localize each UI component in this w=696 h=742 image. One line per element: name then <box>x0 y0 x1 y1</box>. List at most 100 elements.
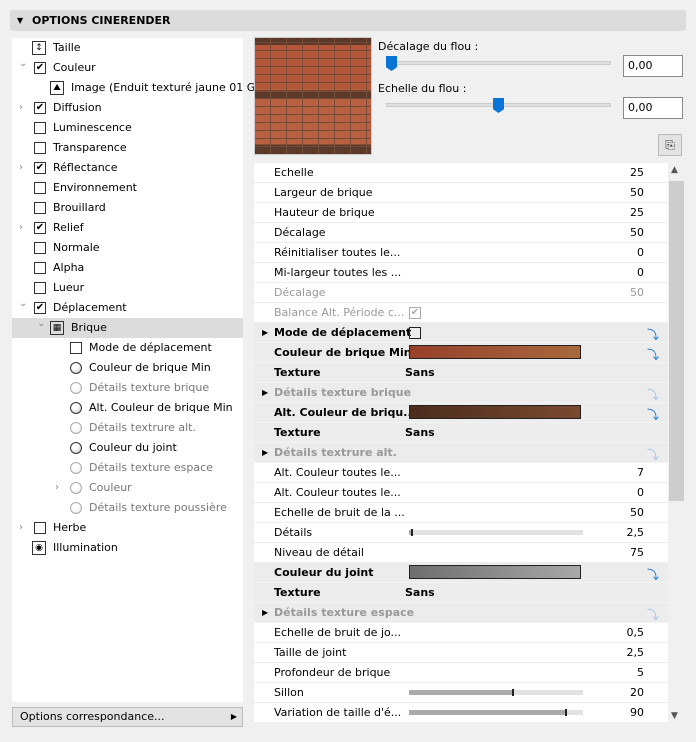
property-row[interactable]: Alt. Couleur toutes le... 0 <box>254 483 668 503</box>
radio-button[interactable] <box>70 382 82 394</box>
tree-item[interactable]: Alpha <box>12 258 243 278</box>
property-value[interactable]: 5 <box>637 663 644 683</box>
property-value[interactable]: 50 <box>630 283 644 303</box>
checkbox[interactable] <box>34 122 46 134</box>
radio-button[interactable] <box>70 482 82 494</box>
property-row[interactable]: Détails 2,5 <box>254 523 668 543</box>
checkbox[interactable]: ✔ <box>34 62 46 74</box>
property-value[interactable]: 0 <box>637 243 644 263</box>
tree-item[interactable]: Détails texture brique <box>12 378 243 398</box>
chevron-down-icon[interactable]: ⌄ <box>37 314 45 334</box>
property-value[interactable]: 20 <box>630 683 644 703</box>
property-value[interactable]: 2,5 <box>627 523 645 543</box>
color-swatch[interactable] <box>409 565 581 579</box>
property-value[interactable]: 90 <box>630 703 644 723</box>
property-value[interactable]: 75 <box>630 543 644 563</box>
section-header[interactable]: ▼ OPTIONS CINERENDER <box>10 10 686 31</box>
checkbox[interactable] <box>34 202 46 214</box>
property-row[interactable]: Décalage 50 <box>254 223 668 243</box>
blur-scale-input[interactable]: 0,00 <box>623 97 683 119</box>
property-value[interactable]: 0,5 <box>627 623 645 643</box>
checkbox[interactable] <box>34 522 46 534</box>
property-value[interactable]: 2,5 <box>627 643 645 663</box>
chevron-right-icon[interactable]: › <box>19 218 23 238</box>
tree-item[interactable]: Lueur <box>12 278 243 298</box>
scrollbar-thumb[interactable] <box>669 181 684 501</box>
chevron-down-icon[interactable]: ⌄ <box>19 294 27 314</box>
property-value[interactable]: 25 <box>630 163 644 183</box>
tree-item[interactable]: Détails texture poussière <box>12 498 243 518</box>
property-row[interactable]: Texture Sans <box>254 583 668 603</box>
checkbox[interactable] <box>70 342 82 354</box>
property-row[interactable]: Hauteur de brique 25 <box>254 203 668 223</box>
link-parameter-icon[interactable]: ⤵ <box>647 325 659 345</box>
radio-button[interactable] <box>70 422 82 434</box>
chevron-right-icon[interactable]: › <box>19 98 23 118</box>
property-row[interactable]: ▶ Détails texture espace ⤵ <box>254 603 668 623</box>
property-row[interactable]: Echelle de bruit de la ... 50 <box>254 503 668 523</box>
property-row[interactable]: ▶ Mode de déplacement ⤵ <box>254 323 668 343</box>
property-row[interactable]: Variation de taille d'é... 90 <box>254 703 668 723</box>
property-value[interactable]: 50 <box>630 183 644 203</box>
property-row[interactable]: Texture Sans <box>254 363 668 383</box>
radio-button[interactable] <box>70 462 82 474</box>
tree-item[interactable]: ⌄ ✔ Couleur <box>12 58 243 78</box>
chevron-right-icon[interactable]: › <box>19 518 23 538</box>
tree-item[interactable]: ↕ Taille <box>12 38 243 58</box>
property-value[interactable]: 50 <box>630 223 644 243</box>
checkbox[interactable] <box>34 262 46 274</box>
tree-item[interactable]: Couleur du joint <box>12 438 243 458</box>
value-slider[interactable] <box>409 529 583 536</box>
property-row[interactable]: Taille de joint 2,5 <box>254 643 668 663</box>
property-row[interactable]: Echelle de bruit de jo... 0,5 <box>254 623 668 643</box>
blur-offset-input[interactable]: 0,00 <box>623 55 683 77</box>
expand-triangle-icon[interactable]: ▶ <box>262 323 268 343</box>
tree-item[interactable]: Alt. Couleur de brique Min <box>12 398 243 418</box>
radio-button[interactable] <box>70 402 82 414</box>
slider-handle[interactable] <box>411 529 414 536</box>
tree-item[interactable]: ⛰ Image (Enduit texturé jaune 01 GS) <box>12 78 267 98</box>
tree-item[interactable]: › Couleur <box>12 478 243 498</box>
tree-item[interactable]: Transparence <box>12 138 243 158</box>
property-value[interactable]: 0 <box>637 263 644 283</box>
property-row[interactable]: Texture Sans <box>254 423 668 443</box>
checkbox[interactable] <box>34 142 46 154</box>
link-parameter-icon[interactable]: ⤵ <box>647 345 659 365</box>
property-row[interactable]: ▶ Détails textrure alt. ⤵ <box>254 443 668 463</box>
radio-button[interactable] <box>70 502 82 514</box>
tree-item[interactable]: Mode de déplacement <box>12 338 243 358</box>
link-parameters-button[interactable]: ⎘ <box>658 134 682 156</box>
expand-triangle-icon[interactable]: ▶ <box>262 603 268 623</box>
link-parameter-icon[interactable]: ⤵ <box>647 565 659 585</box>
checkbox[interactable] <box>34 182 46 194</box>
chevron-right-icon[interactable]: › <box>55 478 59 498</box>
color-swatch[interactable] <box>409 345 581 359</box>
property-row[interactable]: Alt. Couleur de briqu... ⤵ <box>254 403 668 423</box>
property-row[interactable]: Couleur de brique Min ⤵ <box>254 343 668 363</box>
value-slider[interactable] <box>409 689 583 696</box>
checkbox[interactable]: ✔ <box>34 302 46 314</box>
tree-item[interactable]: › ✔ Diffusion <box>12 98 243 118</box>
property-value[interactable]: 50 <box>630 503 644 523</box>
blur-offset-slider-handle[interactable] <box>386 56 397 71</box>
tree-item[interactable]: Luminescence <box>12 118 243 138</box>
property-row[interactable]: Echelle 25 <box>254 163 668 183</box>
radio-button[interactable] <box>70 362 82 374</box>
tree-item[interactable]: ⌄ ▦ Brique <box>12 318 243 338</box>
tree-item[interactable]: › ✔ Relief <box>12 218 243 238</box>
link-parameter-icon[interactable]: ⤵ <box>647 405 659 425</box>
tree-item[interactable]: Environnement <box>12 178 243 198</box>
checkbox[interactable] <box>34 242 46 254</box>
checkbox[interactable]: ✔ <box>34 102 46 114</box>
property-row[interactable]: ▶ Détails texture brique ⤵ <box>254 383 668 403</box>
scroll-up-icon[interactable]: ▲ <box>671 165 678 175</box>
scroll-down-icon[interactable]: ▼ <box>671 711 678 721</box>
property-row[interactable]: Mi-largeur toutes les ... 0 <box>254 263 668 283</box>
property-value[interactable]: 7 <box>637 463 644 483</box>
property-value[interactable]: 0 <box>637 483 644 503</box>
property-row[interactable]: Alt. Couleur toutes le... 7 <box>254 463 668 483</box>
tree-item[interactable]: › Herbe <box>12 518 243 538</box>
property-row[interactable]: Réinitialiser toutes le... 0 <box>254 243 668 263</box>
property-row[interactable]: Couleur du joint ⤵ <box>254 563 668 583</box>
color-swatch[interactable] <box>409 405 581 419</box>
